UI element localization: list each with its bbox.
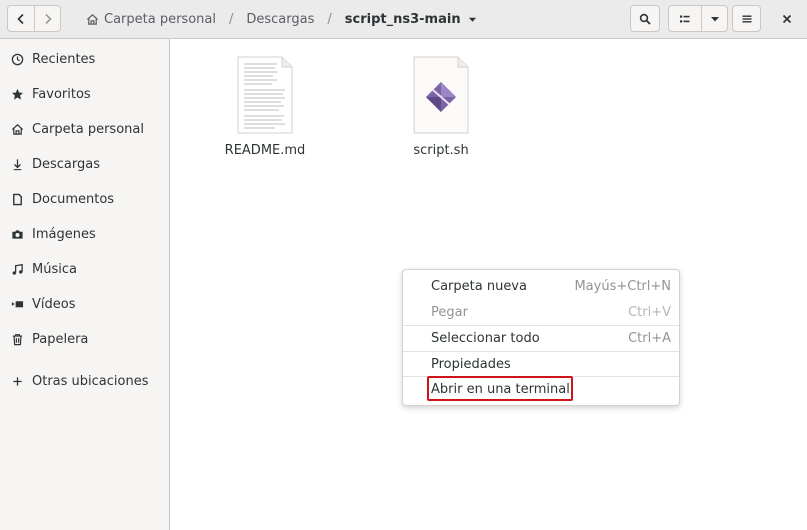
menu-item-open-terminal[interactable]: Abrir en una terminal	[403, 377, 679, 402]
camera-icon	[12, 229, 23, 239]
sidebar-item-trash[interactable]: Papelera	[0, 324, 170, 354]
video-icon	[11, 300, 24, 307]
chevron-left-icon	[17, 13, 24, 24]
list-view-icon	[680, 15, 690, 22]
sidebar-item-documents[interactable]: Documentos	[0, 184, 170, 214]
star-icon	[11, 88, 24, 100]
caret-down-icon	[710, 16, 719, 21]
breadcrumb-separator: /	[327, 11, 332, 27]
sidebar-item-recent[interactable]: Recientes	[0, 44, 170, 74]
menu-item-shortcut: Ctrl+V	[628, 305, 671, 320]
menu-item-shortcut: Mayús+Ctrl+N	[574, 279, 671, 294]
sidebar-item-videos[interactable]: Vídeos	[0, 289, 170, 319]
chevron-right-icon	[44, 13, 52, 24]
plus-icon	[13, 376, 22, 386]
breadcrumb-downloads[interactable]: Descargas	[246, 12, 314, 27]
sidebar-item-label: Descargas	[32, 156, 101, 172]
view-options	[668, 5, 728, 32]
menu-item-paste[interactable]: Pegar Ctrl+V	[403, 300, 679, 325]
clock-icon	[11, 53, 24, 65]
sidebar-item-label: Otras ubicaciones	[32, 373, 149, 389]
text-document-icon	[237, 56, 293, 134]
home-icon	[11, 123, 24, 135]
document-icon	[13, 193, 22, 205]
sidebar-item-label: Imágenes	[32, 226, 96, 242]
trash-icon	[12, 333, 23, 345]
sidebar-item-other-locations[interactable]: Otras ubicaciones	[0, 366, 170, 396]
file-item[interactable]: script.sh	[386, 56, 496, 158]
sidebar-item-starred[interactable]: Favoritos	[0, 79, 170, 109]
sidebar-item-label: Vídeos	[32, 296, 76, 312]
sidebar-item-home[interactable]: Carpeta personal	[0, 114, 170, 144]
menu-item-new-folder[interactable]: Carpeta nueva Mayús+Ctrl+N	[403, 274, 679, 299]
back-button[interactable]	[8, 6, 34, 31]
music-icon	[12, 263, 23, 275]
sidebar-item-label: Papelera	[32, 331, 89, 347]
breadcrumb: Carpeta personal / Descargas / script_ns…	[86, 0, 482, 38]
sidebar-item-label: Documentos	[32, 191, 115, 207]
breadcrumb-label: Descargas	[246, 11, 315, 27]
sidebar-item-downloads[interactable]: Descargas	[0, 149, 170, 179]
view-dropdown-button[interactable]	[701, 6, 727, 31]
navigation-buttons	[7, 5, 61, 32]
sidebar-item-music[interactable]: Música	[0, 254, 170, 284]
menu-item-label: Propiedades	[431, 357, 511, 372]
caret-down-icon	[468, 17, 476, 22]
forward-button[interactable]	[34, 6, 60, 31]
file-name: script.sh	[413, 143, 469, 158]
hamburger-menu-icon	[742, 15, 751, 22]
main-menu-button[interactable]	[732, 5, 761, 32]
script-file-icon	[413, 56, 469, 134]
search-button[interactable]	[630, 5, 660, 32]
sidebar-item-label: Carpeta personal	[32, 121, 144, 137]
menu-item-label: Carpeta nueva	[431, 279, 527, 294]
download-icon	[13, 158, 22, 170]
context-menu: Carpeta nueva Mayús+Ctrl+N Pegar Ctrl+V …	[402, 269, 680, 406]
breadcrumb-label: Carpeta personal	[104, 11, 216, 27]
file-item[interactable]: README.md	[210, 56, 320, 158]
menu-item-properties[interactable]: Propiedades	[403, 352, 679, 377]
search-icon	[639, 13, 651, 25]
menu-item-label: Abrir en una terminal	[431, 382, 570, 397]
menu-item-shortcut: Ctrl+A	[628, 331, 671, 346]
home-icon	[86, 13, 99, 25]
sidebar-item-label: Favoritos	[32, 86, 91, 102]
close-icon	[782, 14, 792, 24]
header-bar: Carpeta personal / Descargas / script_ns…	[0, 0, 807, 39]
sidebar-item-pictures[interactable]: Imágenes	[0, 219, 170, 249]
menu-item-label: Pegar	[431, 305, 468, 320]
breadcrumb-separator: /	[228, 11, 234, 27]
sidebar: Recientes Favoritos Carpeta personal Des…	[0, 39, 170, 530]
sidebar-item-label: Recientes	[32, 51, 96, 67]
breadcrumb-home[interactable]: Carpeta personal	[86, 12, 216, 27]
sidebar-item-label: Música	[32, 261, 77, 277]
view-mode-button[interactable]	[669, 6, 701, 31]
window-close-button[interactable]	[778, 10, 796, 28]
breadcrumb-label: script_ns3-main	[344, 11, 461, 27]
menu-item-label: Seleccionar todo	[431, 331, 540, 346]
menu-item-select-all[interactable]: Seleccionar todo Ctrl+A	[403, 326, 679, 351]
breadcrumb-current-folder[interactable]: script_ns3-main	[345, 12, 482, 27]
file-name: README.md	[224, 143, 306, 158]
